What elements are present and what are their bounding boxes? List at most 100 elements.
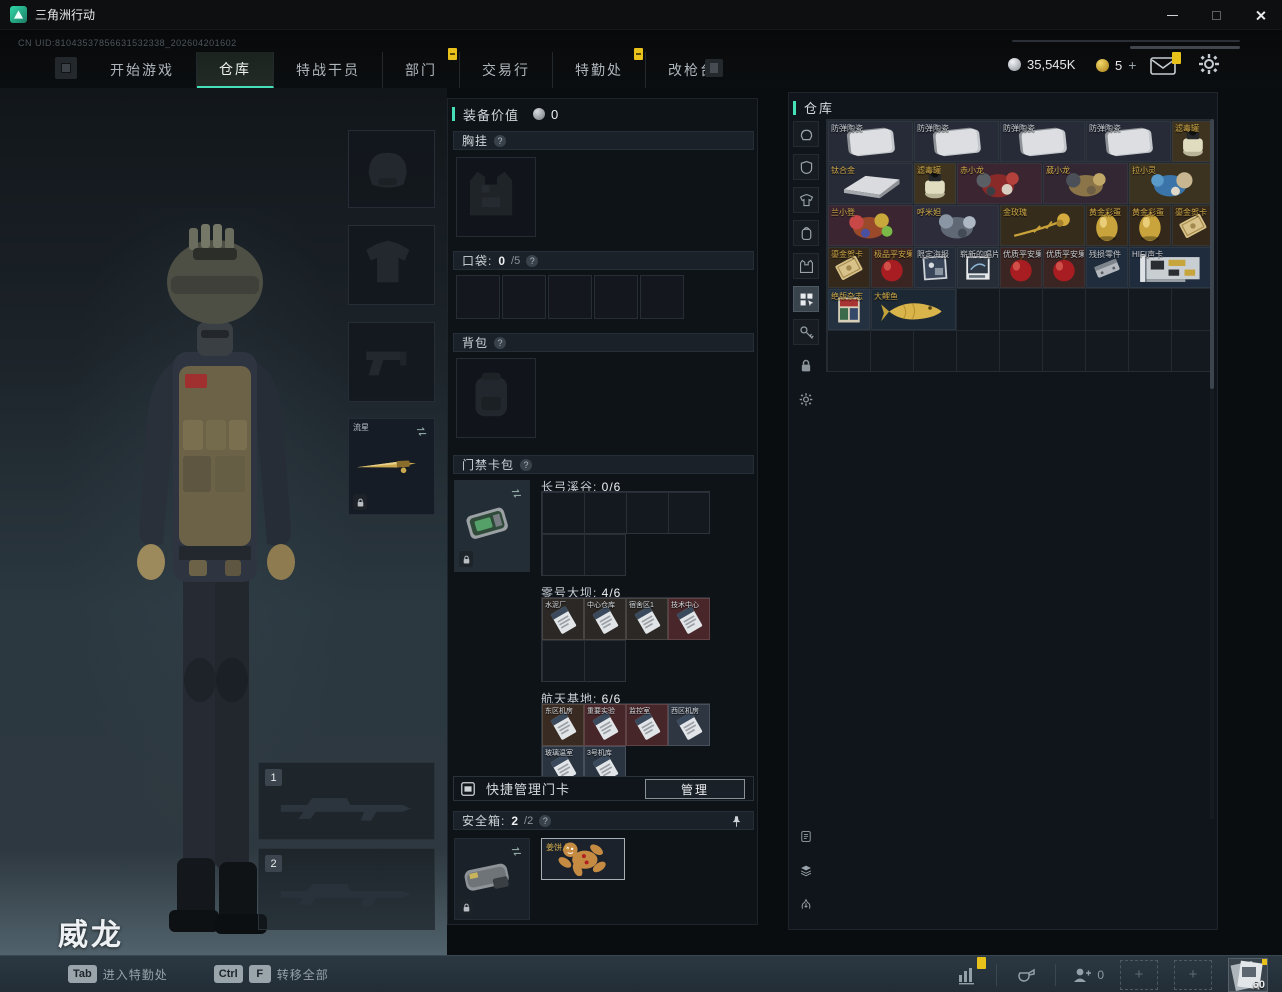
category-armor-icon[interactable] bbox=[793, 154, 819, 180]
pocket-slot[interactable] bbox=[640, 275, 684, 319]
keycard-wallet-slot[interactable] bbox=[454, 480, 530, 572]
keycard-item[interactable]: 宿舍区1 bbox=[626, 598, 668, 640]
scrollbar-thumb[interactable] bbox=[1210, 119, 1214, 389]
add-gold-button[interactable]: + bbox=[1128, 57, 1136, 73]
warehouse-item[interactable]: 防弹陶瓷 bbox=[1000, 121, 1085, 162]
close-button[interactable] bbox=[1238, 0, 1282, 30]
gold-currency[interactable]: 5 + bbox=[1096, 57, 1136, 73]
warehouse-item[interactable]: 防弹陶瓷 bbox=[828, 121, 913, 162]
helmet-slot[interactable] bbox=[348, 130, 435, 208]
report-button[interactable] bbox=[1013, 963, 1039, 987]
warehouse-item[interactable]: 金玫瑰 bbox=[1000, 205, 1085, 246]
keycard-grid[interactable] bbox=[541, 533, 626, 576]
category-collectibles-icon[interactable] bbox=[793, 286, 819, 312]
warehouse-item[interactable]: 防弹陶瓷 bbox=[1086, 121, 1171, 162]
warehouse-item[interactable]: 黄金彩蛋 bbox=[1086, 205, 1128, 246]
warehouse-item[interactable]: 葳小龙 bbox=[1043, 163, 1128, 204]
pocket-slot[interactable] bbox=[548, 275, 592, 319]
category-helmet-icon[interactable] bbox=[793, 121, 819, 147]
safe-box-slot[interactable] bbox=[454, 838, 530, 920]
warehouse-item[interactable]: 崭新的唱片 bbox=[957, 247, 999, 288]
warehouse-item[interactable]: 优质平安果 bbox=[1043, 247, 1085, 288]
keycard-grid[interactable] bbox=[541, 639, 626, 682]
shirt-slot[interactable] bbox=[348, 225, 435, 305]
claw-icon[interactable] bbox=[793, 891, 819, 917]
enter-blackhawk-shortcut[interactable]: Tab 进入特勤处 bbox=[68, 965, 194, 983]
keycard-item[interactable]: 西区机房 bbox=[668, 704, 710, 746]
swap-icon[interactable] bbox=[510, 485, 525, 498]
keycard-item[interactable]: 水泥厂 bbox=[542, 598, 584, 640]
tab-3[interactable]: 特战干员 bbox=[274, 52, 383, 88]
friends-button[interactable]: 0 bbox=[1072, 966, 1104, 984]
mail-button[interactable] bbox=[1150, 52, 1181, 76]
category-keycard-icon[interactable] bbox=[793, 319, 819, 345]
keycard-item[interactable]: 技术中心 bbox=[668, 598, 710, 640]
warehouse-item[interactable]: 防弹陶瓷 bbox=[914, 121, 999, 162]
warehouse-item[interactable]: 赤小龙 bbox=[957, 163, 1042, 204]
maximize-button[interactable] bbox=[1194, 0, 1238, 30]
tab-4[interactable]: 部门 bbox=[383, 48, 460, 88]
warehouse-scrollbar[interactable] bbox=[1210, 119, 1214, 819]
manage-button[interactable]: 管理 bbox=[645, 779, 745, 799]
minimize-button[interactable] bbox=[1150, 0, 1194, 30]
gear-icon[interactable] bbox=[793, 386, 819, 412]
warehouse-item[interactable]: 钛合金 bbox=[828, 163, 913, 204]
category-backpack-icon[interactable] bbox=[793, 220, 819, 246]
swap-icon[interactable] bbox=[415, 423, 430, 436]
warehouse-item[interactable]: 大鲤鱼 bbox=[871, 289, 956, 330]
settings-button[interactable] bbox=[1198, 53, 1220, 75]
silver-currency[interactable]: 35,545K bbox=[1008, 57, 1075, 72]
stats-button[interactable] bbox=[954, 956, 987, 987]
primary-weapon-slot-1[interactable]: 1 bbox=[258, 762, 435, 840]
melee-slot[interactable]: 流星 bbox=[348, 418, 435, 515]
warehouse-item[interactable]: 绝版杂志 bbox=[828, 289, 870, 330]
help-icon[interactable]: ? bbox=[494, 134, 507, 147]
pocket-slot[interactable] bbox=[456, 275, 500, 319]
warehouse-item[interactable]: 兰小登 bbox=[828, 205, 913, 246]
pistol-slot[interactable] bbox=[348, 322, 435, 402]
consumable-stack[interactable]: 60 bbox=[1228, 957, 1268, 992]
category-chest-rig-icon[interactable] bbox=[793, 253, 819, 279]
help-icon[interactable]: ? bbox=[526, 254, 539, 267]
help-icon[interactable]: ? bbox=[539, 814, 552, 827]
pocket-slot[interactable] bbox=[502, 275, 546, 319]
keycard-item[interactable]: 重要实验 bbox=[584, 704, 626, 746]
warehouse-item[interactable]: 拉小灵 bbox=[1129, 163, 1214, 204]
home-button[interactable] bbox=[55, 57, 77, 79]
help-icon[interactable]: ? bbox=[520, 458, 533, 471]
warehouse-item[interactable]: HIFI声卡 bbox=[1129, 247, 1214, 288]
warehouse-item[interactable]: 残损零件 bbox=[1086, 247, 1128, 288]
warehouse-item[interactable]: 鎏金贺卡 bbox=[1172, 205, 1214, 246]
tab-6[interactable]: 特勤处 bbox=[553, 48, 646, 88]
safe-item-gingerbread[interactable]: 姜饼人 bbox=[541, 838, 625, 880]
transfer-all-shortcut[interactable]: Ctrl F 转移全部 bbox=[213, 965, 355, 983]
keycard-item[interactable]: 东区机房 bbox=[542, 704, 584, 746]
help-icon[interactable]: ? bbox=[494, 336, 507, 349]
warehouse-grid[interactable]: 防弹陶瓷 防弹陶瓷 防弹陶瓷 防弹陶瓷 滤毒罐 钛合金 滤毒罐 赤小龙 葳小龙 拉小灵 兰小登 呼米妲… bbox=[826, 119, 1214, 372]
contract-icon[interactable] bbox=[793, 823, 819, 849]
backpack-slot[interactable] bbox=[456, 358, 536, 438]
swap-icon[interactable] bbox=[510, 843, 525, 856]
extra-nav-button[interactable] bbox=[705, 59, 723, 77]
category-shirt-icon[interactable] bbox=[793, 187, 819, 213]
warehouse-item[interactable]: 滤毒罐 bbox=[914, 163, 956, 204]
pocket-slot[interactable] bbox=[594, 275, 638, 319]
warehouse-item[interactable]: 限定海报 bbox=[914, 247, 956, 288]
warehouse-item[interactable]: 黄金彩蛋 bbox=[1129, 205, 1171, 246]
keycard-item[interactable]: 监控室 bbox=[626, 704, 668, 746]
warehouse-item[interactable]: 优质平安果 bbox=[1000, 247, 1042, 288]
empty-quick-slot[interactable]: + bbox=[1174, 959, 1212, 990]
tab-7[interactable]: 改枪台 bbox=[646, 52, 738, 88]
warehouse-item[interactable]: 鎏金贺卡 bbox=[828, 247, 870, 288]
tab-2[interactable]: 仓库 bbox=[197, 52, 274, 88]
lock-icon[interactable] bbox=[793, 352, 819, 378]
pin-icon[interactable] bbox=[730, 815, 743, 828]
tab-5[interactable]: 交易行 bbox=[460, 52, 553, 88]
warehouse-item[interactable]: 呼米妲 bbox=[914, 205, 999, 246]
empty-quick-slot[interactable]: + bbox=[1120, 959, 1158, 990]
primary-weapon-slot-2[interactable]: 2 bbox=[258, 848, 435, 930]
chest-rig-slot[interactable] bbox=[456, 157, 536, 237]
warehouse-item[interactable]: 极品平安果 bbox=[871, 247, 913, 288]
keycard-item[interactable]: 中心仓库 bbox=[584, 598, 626, 640]
tab-1[interactable]: 开始游戏 bbox=[88, 52, 197, 88]
